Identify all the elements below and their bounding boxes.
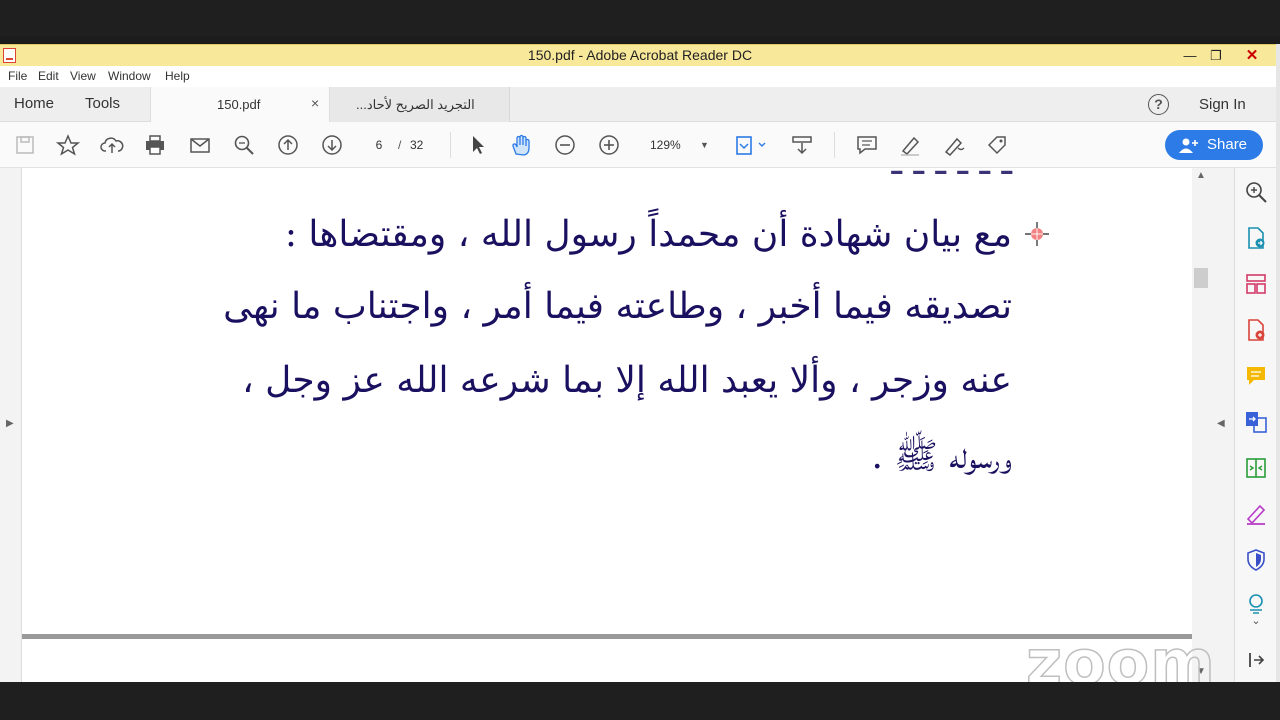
comment-tool-icon[interactable] [1244,364,1268,388]
title-bar: 150.pdf - Adobe Acrobat Reader DC — ❐ ✕ [0,44,1280,66]
add-person-icon [1179,138,1198,153]
outer-scrollbar[interactable] [1276,44,1280,682]
menu-help[interactable]: Help [165,69,190,83]
scroll-mode-icon[interactable] [790,134,814,156]
pdf-page[interactable]: ـ ـ ـ ـ ـ ـ مع بيان شهادة أن محمداً رسول… [22,168,1192,634]
highlight-pen-icon[interactable] [898,134,922,156]
search-icon[interactable] [232,134,256,156]
chevron-down-icon: ▼ [700,140,709,150]
bookmark-star-icon[interactable] [55,134,81,156]
help-icon[interactable]: ? [1148,94,1169,115]
zoom-level-value: 129% [650,138,681,152]
video-letterbox-bottom [0,682,1280,720]
menu-edit[interactable]: Edit [38,69,59,83]
toolbar-divider [834,132,835,158]
tab-label: التجريد الصريح لأحاد... [356,97,475,112]
export-pdf-icon[interactable] [1244,226,1268,250]
send-for-review-icon[interactable] [1244,592,1268,616]
email-icon[interactable] [188,134,212,156]
page-separator: / [398,138,402,152]
stamp-tools-icon[interactable] [986,134,1010,156]
upload-cloud-icon[interactable] [100,134,124,156]
text-line-1: مع بيان شهادة أن محمداً رسول الله ، ومقت… [284,214,1012,255]
video-letterbox-top [0,0,1280,36]
next-page-icon[interactable] [320,134,344,156]
minimize-button[interactable]: — [1176,45,1204,67]
menu-file[interactable]: File [8,69,27,83]
protect-shield-icon[interactable] [1244,548,1268,572]
scrollbar-thumb[interactable] [1194,268,1208,288]
hand-tool-icon[interactable] [509,134,533,156]
previous-page-icon[interactable] [276,134,300,156]
sign-in-link[interactable]: Sign In [1199,96,1246,113]
window-title: 150.pdf - Adobe Acrobat Reader DC [527,47,753,63]
screen: 150.pdf - Adobe Acrobat Reader DC — ❐ ✕ … [0,0,1280,720]
text-line-2: تصديقه فيما أخبر ، وطاعته فيما أمر ، واج… [223,286,1012,327]
search-zoom-icon[interactable] [1244,180,1268,204]
zoom-level-select[interactable]: 129% ▼ [642,134,712,156]
tab-label: 150.pdf [217,97,261,112]
combine-files-icon[interactable] [1244,410,1268,434]
print-icon[interactable] [143,134,167,156]
move-cursor-icon [1024,221,1050,247]
share-button[interactable]: Share [1165,130,1263,160]
tab-bar: Home Tools 150.pdf × التجريد الصريح لأحا… [0,87,1276,122]
text-line-3: عنه وزجر ، وألا يعبد الله إلا بما شرعه ا… [242,360,1012,401]
menu-view[interactable]: View [70,69,96,83]
toolbar-divider [450,132,451,158]
comment-icon[interactable] [855,134,879,156]
left-panel-toggle[interactable]: ▶ [0,168,22,682]
select-cursor-icon[interactable] [466,134,490,156]
main-toolbar: 6 / 32 129% ▼ Share [0,122,1276,168]
close-window-button[interactable]: ✕ [1238,45,1266,67]
page-fit-icon[interactable] [734,134,768,156]
compress-pdf-icon[interactable] [1244,456,1268,480]
vertical-scrollbar[interactable]: ▲ ▼ [1192,168,1210,682]
scroll-up-icon[interactable]: ▲ [1196,170,1206,181]
zoom-out-icon[interactable] [553,134,577,156]
close-tab-icon[interactable]: × [311,95,319,111]
collapse-pane-icon[interactable] [1244,648,1268,672]
partial-text-line: ـ ـ ـ ـ ـ ـ [892,168,1013,183]
chevron-left-icon: ◀ [1217,418,1225,429]
nav-tools[interactable]: Tools [85,95,120,112]
text-line-4: ورسوله ﷺ . [871,436,1012,477]
share-label: Share [1207,136,1248,153]
chevron-right-icon: ▶ [6,418,14,429]
save-icon[interactable] [13,134,37,156]
page-total: 32 [410,138,424,152]
chevron-down-icon[interactable]: ⌄ [1244,614,1268,628]
tools-pane: ⌄ [1234,168,1276,682]
draw-freeform-icon[interactable] [942,134,966,157]
organize-pages-icon[interactable] [1244,272,1268,296]
menu-bar: File Edit View Window Help [0,66,1276,87]
tab-150-pdf[interactable]: 150.pdf × [150,87,330,122]
maximize-button[interactable]: ❐ [1202,45,1230,67]
create-pdf-icon[interactable] [1244,318,1268,342]
right-panel-toggle[interactable]: ◀ [1210,168,1234,682]
next-pdf-page[interactable] [22,639,1192,682]
fill-sign-icon[interactable] [1244,502,1268,526]
zoom-in-icon[interactable] [597,134,621,156]
menu-window[interactable]: Window [108,69,151,83]
nav-home[interactable]: Home [14,95,54,112]
tab-arabic-document[interactable]: التجريد الصريح لأحاد... [330,87,510,122]
page-number-input[interactable]: 6 [360,134,398,156]
